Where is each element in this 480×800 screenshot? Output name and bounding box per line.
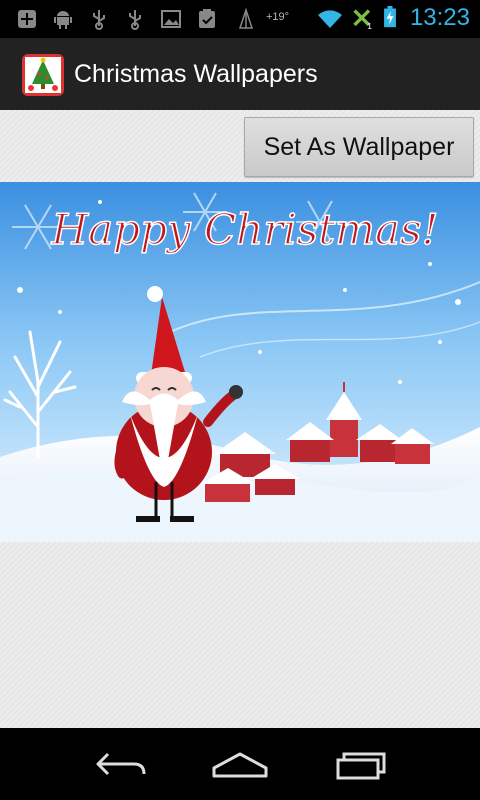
app-title: Christmas Wallpapers bbox=[74, 60, 318, 88]
android-debug-icon bbox=[54, 11, 72, 29]
back-icon[interactable] bbox=[90, 746, 150, 782]
usb-icon bbox=[129, 10, 141, 30]
christmas-tree-icon bbox=[22, 54, 64, 96]
greeting-text: Happy Christmas! bbox=[51, 205, 439, 254]
wallpaper-preview[interactable]: Happy Christmas! bbox=[0, 182, 480, 542]
antenna-icon bbox=[238, 8, 254, 29]
home-icon[interactable] bbox=[210, 746, 270, 782]
image-icon bbox=[161, 10, 181, 28]
usb-icon bbox=[93, 10, 105, 30]
content-area: Set As Wallpaper Happy Christmas! bbox=[0, 110, 480, 728]
navigation-bar bbox=[0, 728, 480, 800]
clock: 13:23 bbox=[409, 4, 470, 31]
temperature-label: +19° bbox=[266, 11, 290, 23]
recent-apps-icon[interactable] bbox=[330, 746, 390, 782]
wifi-icon bbox=[318, 10, 342, 28]
set-as-wallpaper-button[interactable]: Set As Wallpaper bbox=[244, 117, 474, 177]
svg-text:1: 1 bbox=[367, 21, 372, 30]
checklist-icon bbox=[199, 9, 215, 28]
status-bar: +19° 1 13:23 bbox=[0, 0, 480, 38]
action-bar: Christmas Wallpapers bbox=[0, 38, 480, 112]
add-icon bbox=[18, 10, 36, 28]
battery-charging-icon bbox=[384, 6, 396, 28]
no-signal-icon: 1 bbox=[353, 9, 372, 30]
